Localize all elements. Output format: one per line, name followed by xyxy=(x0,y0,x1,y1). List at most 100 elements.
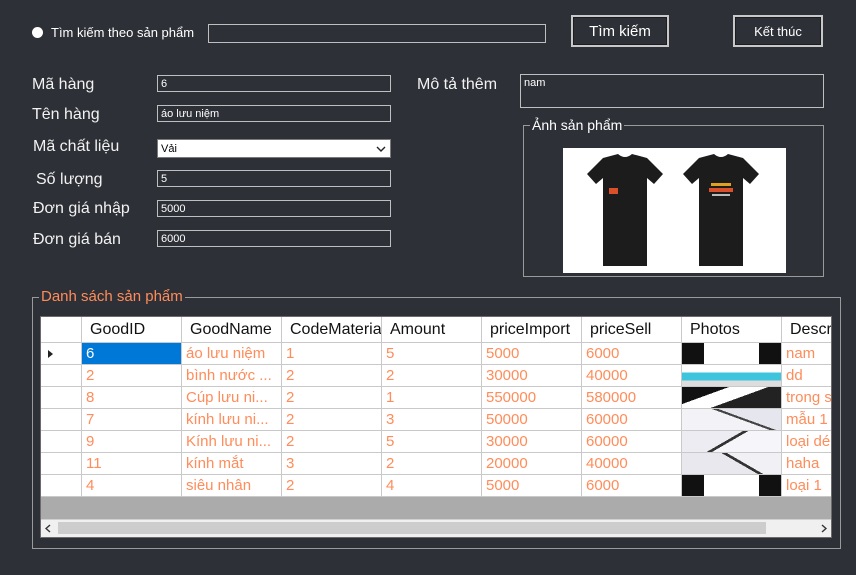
table-row[interactable]: 8 Cúp lưu ni... 2 1 550000 580000 trong s xyxy=(41,387,831,409)
table-cell[interactable]: 2 xyxy=(282,475,382,497)
table-cell[interactable]: 6000 xyxy=(582,343,682,365)
exit-button[interactable]: Kết thúc xyxy=(733,15,823,47)
search-input[interactable] xyxy=(208,24,546,43)
table-cell[interactable]: mẫu 1 xyxy=(782,409,831,431)
table-cell[interactable]: siêu nhân xyxy=(182,475,282,497)
photo-cell[interactable] xyxy=(682,343,782,365)
table-cell[interactable]: 5 xyxy=(382,343,482,365)
row-header-corner xyxy=(41,317,82,343)
table-cell[interactable]: 2 xyxy=(282,387,382,409)
col-photos[interactable]: Photos xyxy=(682,317,782,343)
table-cell[interactable]: 20000 xyxy=(482,453,582,475)
table-cell[interactable]: 40000 xyxy=(582,453,682,475)
chevron-down-icon[interactable] xyxy=(376,146,386,153)
photo-cell[interactable] xyxy=(682,453,782,475)
table-row[interactable]: 7 kính lưu ni... 2 3 50000 60000 mẫu 1 xyxy=(41,409,831,431)
row-header[interactable] xyxy=(41,365,82,387)
table-cell[interactable]: 50000 xyxy=(482,409,582,431)
mo-ta-input[interactable]: nam xyxy=(520,74,824,108)
scroll-left-icon[interactable] xyxy=(45,524,51,533)
table-cell[interactable]: Cúp lưu ni... xyxy=(182,387,282,409)
table-cell[interactable]: 1 xyxy=(382,387,482,409)
row-header[interactable] xyxy=(41,343,82,365)
table-row[interactable]: 9 Kính lưu ni... 2 5 30000 60000 loại dé xyxy=(41,431,831,453)
table-cell[interactable]: 9 xyxy=(82,431,182,453)
scroll-right-icon[interactable] xyxy=(821,524,827,533)
table-cell[interactable]: 5000 xyxy=(482,343,582,365)
table-cell[interactable]: haha xyxy=(782,453,831,475)
photo-cell[interactable] xyxy=(682,365,782,387)
table-cell[interactable]: dd xyxy=(782,365,831,387)
table-cell[interactable]: 8 xyxy=(82,387,182,409)
mo-ta-label: Mô tả thêm xyxy=(417,76,498,93)
table-cell[interactable]: 5 xyxy=(382,431,482,453)
table-cell[interactable]: kính lưu ni... xyxy=(182,409,282,431)
table-cell[interactable]: 550000 xyxy=(482,387,582,409)
table-cell[interactable]: áo lưu niệm xyxy=(182,343,282,365)
table-cell[interactable]: 6 xyxy=(82,343,182,365)
col-codemateria[interactable]: CodeMateria xyxy=(282,317,382,343)
table-cell[interactable]: 2 xyxy=(382,453,482,475)
product-grid[interactable]: GoodID GoodName CodeMateria Amount price… xyxy=(40,316,832,538)
row-header[interactable] xyxy=(41,409,82,431)
ten-hang-input[interactable]: áo lưu niệm xyxy=(157,105,391,122)
table-cell[interactable]: 60000 xyxy=(582,409,682,431)
photo-cell[interactable] xyxy=(682,475,782,497)
table-cell[interactable]: bình nước ... xyxy=(182,365,282,387)
table-row[interactable]: 11 kính mắt 3 2 20000 40000 haha xyxy=(41,453,831,475)
table-cell[interactable]: 2 xyxy=(382,365,482,387)
table-cell[interactable]: kính mắt xyxy=(182,453,282,475)
table-row[interactable]: 6 áo lưu niệm 1 5 5000 6000 nam xyxy=(41,343,831,365)
table-cell[interactable]: nam xyxy=(782,343,831,365)
photo-cell[interactable] xyxy=(682,409,782,431)
table-cell[interactable]: 7 xyxy=(82,409,182,431)
table-cell[interactable]: 3 xyxy=(282,453,382,475)
table-row[interactable]: 2 bình nước ... 2 2 30000 40000 dd xyxy=(41,365,831,387)
search-radio-label[interactable]: Tìm kiếm theo sản phẩm xyxy=(51,25,194,40)
table-cell[interactable]: trong s xyxy=(782,387,831,409)
table-row[interactable]: 4 siêu nhân 2 4 5000 6000 loại 1 xyxy=(41,475,831,497)
table-cell[interactable]: 2 xyxy=(282,409,382,431)
search-radio[interactable] xyxy=(32,27,43,38)
don-gia-nhap-input[interactable]: 5000 xyxy=(157,200,391,217)
table-cell[interactable]: loại 1 xyxy=(782,475,831,497)
col-goodid[interactable]: GoodID xyxy=(82,317,182,343)
table-cell[interactable]: 5000 xyxy=(482,475,582,497)
table-cell[interactable]: 11 xyxy=(82,453,182,475)
col-amount[interactable]: Amount xyxy=(382,317,482,343)
don-gia-ban-input[interactable]: 6000 xyxy=(157,230,391,247)
table-cell[interactable]: loại dé xyxy=(782,431,831,453)
table-cell[interactable]: 580000 xyxy=(582,387,682,409)
col-priceimport[interactable]: priceImport xyxy=(482,317,582,343)
table-cell[interactable]: 2 xyxy=(282,365,382,387)
table-cell[interactable]: Kính lưu ni... xyxy=(182,431,282,453)
table-cell[interactable]: 2 xyxy=(282,431,382,453)
table-cell[interactable]: 3 xyxy=(382,409,482,431)
table-cell[interactable]: 1 xyxy=(282,343,382,365)
photo-cell[interactable] xyxy=(682,431,782,453)
search-button[interactable]: Tìm kiếm xyxy=(571,15,669,47)
table-cell[interactable]: 6000 xyxy=(582,475,682,497)
row-header[interactable] xyxy=(41,475,82,497)
photo-thumbnail xyxy=(682,343,781,364)
table-cell[interactable]: 30000 xyxy=(482,365,582,387)
ma-hang-input[interactable]: 6 xyxy=(157,75,391,92)
table-cell[interactable]: 30000 xyxy=(482,431,582,453)
horizontal-scrollbar[interactable] xyxy=(41,519,831,537)
table-cell[interactable]: 4 xyxy=(82,475,182,497)
scrollbar-thumb[interactable] xyxy=(58,522,766,534)
row-header[interactable] xyxy=(41,431,82,453)
table-cell[interactable]: 40000 xyxy=(582,365,682,387)
exit-button-label: Kết thúc xyxy=(754,23,802,39)
row-header[interactable] xyxy=(41,453,82,475)
table-cell[interactable]: 2 xyxy=(82,365,182,387)
col-descr[interactable]: Descr xyxy=(782,317,831,343)
so-luong-input[interactable]: 5 xyxy=(157,170,391,187)
photo-cell[interactable] xyxy=(682,387,782,409)
table-cell[interactable]: 60000 xyxy=(582,431,682,453)
row-header[interactable] xyxy=(41,387,82,409)
ma-chat-lieu-select[interactable]: Vải xyxy=(157,139,391,158)
col-goodname[interactable]: GoodName xyxy=(182,317,282,343)
col-pricesell[interactable]: priceSell xyxy=(582,317,682,343)
table-cell[interactable]: 4 xyxy=(382,475,482,497)
